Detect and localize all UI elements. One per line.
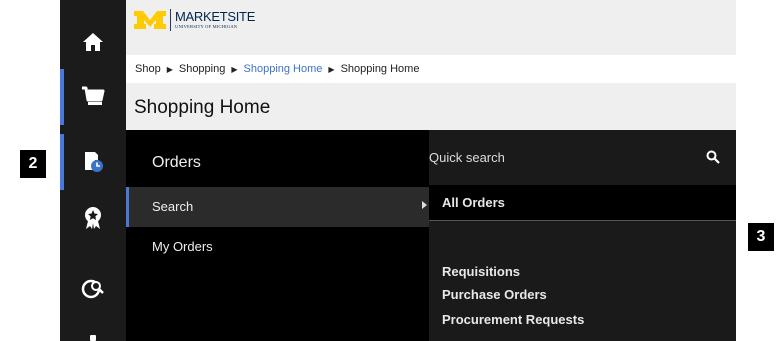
- orders-menu-title: Orders: [152, 154, 201, 171]
- sidebar-rail: [60, 0, 126, 341]
- breadcrumb-item[interactable]: Shopping: [179, 63, 226, 75]
- sidebar-item-awards[interactable]: [60, 190, 126, 246]
- page-header: MARKETSITE UNIVERSITY OF MICHIGAN Shop ▶…: [126, 0, 736, 130]
- breadcrumb-link[interactable]: Shopping Home: [244, 63, 323, 75]
- quick-search-field[interactable]: Quick search: [429, 130, 736, 185]
- orders-clock-icon: [85, 152, 103, 172]
- award-ribbon-icon: [85, 207, 101, 229]
- sidebar-item-orders[interactable]: [60, 134, 126, 190]
- chevron-right-icon: [422, 201, 427, 209]
- submenu-item-label: All Orders: [442, 195, 505, 210]
- logo-subtitle: UNIVERSITY OF MICHIGAN: [175, 24, 238, 30]
- search-submenu: Quick search All Orders Requisitions Pur…: [429, 130, 736, 341]
- home-icon: [83, 33, 103, 51]
- logo-title: MARKETSITE: [175, 9, 256, 25]
- marketsite-logo[interactable]: MARKETSITE UNIVERSITY OF MICHIGAN: [133, 9, 255, 31]
- breadcrumb-separator-icon: ▶: [166, 64, 173, 74]
- logo-divider: [170, 9, 171, 31]
- app-window: MARKETSITE UNIVERSITY OF MICHIGAN Shop ▶…: [60, 0, 736, 341]
- orders-menu-item-search[interactable]: Search: [126, 187, 429, 227]
- search-icon[interactable]: [706, 150, 720, 164]
- breadcrumb-current: Shopping Home: [340, 63, 420, 75]
- breadcrumb-separator-icon: ▶: [328, 64, 335, 74]
- sidebar-item-global-search[interactable]: [60, 262, 126, 318]
- sidebar-item-home[interactable]: [60, 14, 126, 70]
- submenu-item-procurement-requests[interactable]: Procurement Requests: [442, 312, 584, 327]
- breadcrumb-item[interactable]: Shop: [135, 63, 161, 75]
- orders-menu: Orders Search My Orders: [126, 130, 429, 341]
- global-search-icon: [81, 279, 104, 299]
- sidebar-overflow-icon: [90, 335, 96, 341]
- breadcrumb-separator-icon: ▶: [231, 64, 238, 74]
- cart-icon: [82, 86, 105, 105]
- quick-search-label: Quick search: [429, 150, 505, 165]
- callout-badge-3: 3: [748, 223, 774, 251]
- orders-menu-item-my-orders[interactable]: My Orders: [126, 227, 429, 263]
- menu-item-label: Search: [152, 199, 194, 214]
- umich-block-m-icon: [134, 11, 166, 29]
- menu-item-label: My Orders: [152, 239, 213, 254]
- submenu-item-all-orders[interactable]: All Orders: [429, 185, 736, 221]
- sidebar-item-shop[interactable]: [60, 69, 126, 125]
- page-title: Shopping Home: [134, 97, 271, 118]
- callout-badge-2: 2: [20, 150, 46, 178]
- breadcrumb: Shop ▶ Shopping ▶ Shopping Home ▶ Shoppi…: [126, 55, 736, 83]
- submenu-item-requisitions[interactable]: Requisitions: [442, 264, 520, 279]
- submenu-item-purchase-orders[interactable]: Purchase Orders: [442, 287, 547, 302]
